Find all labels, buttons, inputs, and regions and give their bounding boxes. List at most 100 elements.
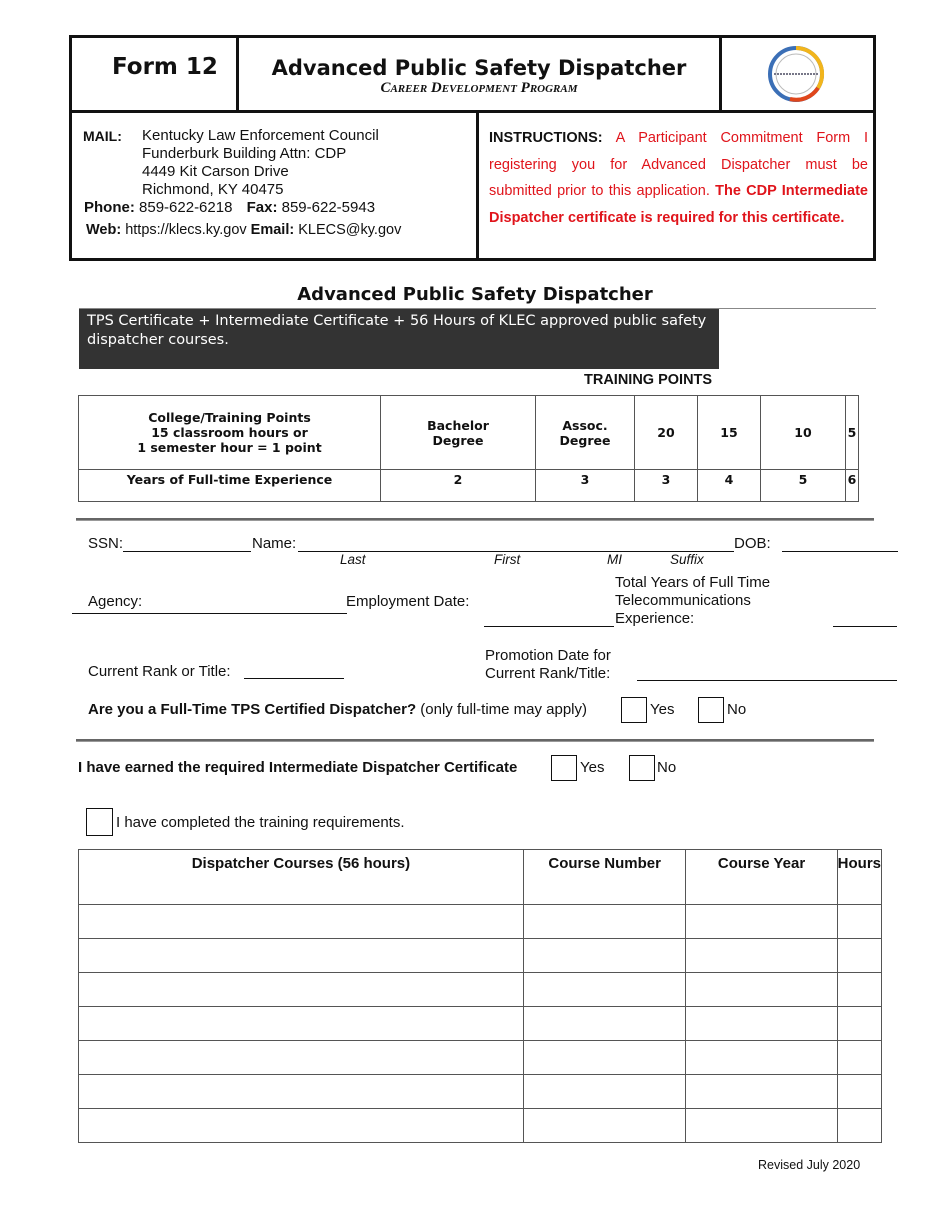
course-year-cell[interactable] (685, 904, 838, 939)
course-name-cell[interactable] (78, 1074, 524, 1109)
row-label-line: College/Training Points (148, 410, 311, 425)
name-part-first: First (494, 552, 521, 567)
fulltime-yes-checkbox[interactable] (621, 697, 647, 723)
label-line: Telecommunications (615, 592, 751, 609)
label-line: Experience: (615, 610, 695, 627)
phone-label: Phone: (84, 199, 135, 216)
hours-cell[interactable] (836, 1074, 883, 1109)
course-number-cell[interactable] (522, 904, 687, 939)
divider (76, 739, 874, 742)
table-cell: 3 (634, 469, 698, 502)
hours-cell[interactable] (836, 972, 883, 1007)
course-year-cell[interactable] (685, 1040, 838, 1075)
phone-number: 859-622-6218 (139, 199, 233, 216)
course-name-cell[interactable] (78, 972, 524, 1007)
table-cell: 6 (845, 469, 859, 502)
course-year-cell[interactable] (685, 1108, 838, 1143)
training-points-table: College/Training Points 15 classroom hou… (78, 395, 859, 502)
email-label: Email: (250, 222, 295, 238)
training-points-label: TRAINING POINTS (584, 372, 713, 388)
course-name-cell[interactable] (78, 1006, 524, 1041)
course-number-cell[interactable] (522, 1040, 687, 1075)
fax-number: 859-622-5943 (281, 199, 376, 216)
instructions: INSTRUCTIONS: A Participant Commitment F… (479, 113, 873, 258)
hours-cell[interactable] (836, 904, 883, 939)
employment-date-label: Employment Date: (346, 593, 470, 610)
table-row: Years of Full-time Experience 2 3 3 4 5 … (78, 469, 859, 502)
agency-field[interactable] (72, 613, 347, 614)
course-row (78, 904, 883, 939)
fax-label: Fax: (246, 199, 278, 216)
web-link[interactable]: https://klecs.ky.gov (125, 222, 246, 238)
yes-label: Yes (580, 759, 605, 776)
course-name-cell[interactable] (78, 938, 524, 973)
fulltime-no-checkbox[interactable] (698, 697, 724, 723)
address-line: Richmond, KY 40475 (142, 181, 284, 198)
current-rank-field[interactable] (244, 678, 344, 679)
courses-table: Dispatcher Courses (56 hours) Course Num… (78, 849, 883, 1143)
contact-block: MAIL: Kentucky Law Enforcement Council F… (72, 113, 479, 258)
address-line: Kentucky Law Enforcement Council (142, 127, 379, 144)
promotion-date-label: Promotion Date for Current Rank/Title: (485, 647, 611, 683)
training-completed-label: I have completed the training requiremen… (116, 814, 405, 831)
row-label: College/Training Points 15 classroom hou… (78, 395, 381, 470)
no-label: No (727, 701, 747, 718)
row-label: Years of Full-time Experience (78, 469, 381, 502)
row-label-line: 1 semester hour = 1 point (137, 440, 322, 455)
name-part-mi: MI (607, 552, 622, 567)
column-header: Dispatcher Courses (56 hours) (78, 849, 524, 905)
name-part-suffix: Suffix (670, 552, 704, 567)
table-cell: Assoc. Degree (535, 395, 635, 470)
question-text: Are you a Full-Time TPS Certified Dispat… (88, 701, 417, 718)
table-cell: 15 (697, 395, 761, 470)
hours-cell[interactable] (836, 1108, 883, 1143)
course-number-cell[interactable] (522, 972, 687, 1007)
course-year-cell[interactable] (685, 972, 838, 1007)
label-line: Total Years of Full Time (615, 574, 771, 591)
ssn-label: SSN: (88, 535, 124, 552)
web-label: Web: (86, 222, 122, 238)
course-year-cell[interactable] (685, 1074, 838, 1109)
table-row: College/Training Points 15 classroom hou… (78, 395, 859, 470)
course-number-cell[interactable] (522, 1074, 687, 1109)
section-title: Advanced Public Safety Dispatcher (297, 284, 653, 305)
training-completed-checkbox[interactable] (86, 808, 113, 836)
table-cell: Bachelor Degree (380, 395, 536, 470)
employment-date-field[interactable] (484, 626, 614, 627)
no-label: No (657, 759, 677, 776)
question-note: (only full-time may apply) (420, 701, 588, 718)
hours-cell[interactable] (836, 1040, 883, 1075)
name-part-last: Last (340, 552, 366, 567)
yes-label: Yes (650, 701, 675, 718)
course-number-cell[interactable] (522, 938, 687, 973)
dob-label: DOB: (734, 535, 771, 552)
form-title: Advanced Public Safety Dispatcher (271, 56, 687, 80)
course-row (78, 1074, 883, 1109)
course-number-cell[interactable] (522, 1006, 687, 1041)
ssn-field[interactable] (123, 551, 251, 552)
mail-label: MAIL: (83, 128, 122, 144)
divider (76, 518, 874, 521)
course-year-cell[interactable] (685, 938, 838, 973)
intermediate-yes-checkbox[interactable] (551, 755, 577, 781)
table-cell: 5 (760, 469, 846, 502)
total-years-field[interactable] (833, 626, 897, 627)
course-year-cell[interactable] (685, 1006, 838, 1041)
form-number: Form 12 (112, 54, 218, 80)
promotion-date-field[interactable] (637, 680, 897, 681)
course-name-cell[interactable] (78, 1040, 524, 1075)
row-label-line: 15 classroom hours or (151, 425, 308, 440)
column-header: Course Year (685, 849, 838, 905)
intermediate-no-checkbox[interactable] (629, 755, 655, 781)
hours-cell[interactable] (836, 1006, 883, 1041)
course-name-cell[interactable] (78, 1108, 524, 1143)
current-rank-label: Current Rank or Title: (88, 663, 231, 680)
email-link[interactable]: KLECS@ky.gov (298, 222, 401, 238)
requirement-banner: TPS Certificate + Intermediate Certifica… (79, 309, 719, 369)
course-row (78, 1040, 883, 1075)
course-name-cell[interactable] (78, 904, 524, 939)
hours-cell[interactable] (836, 938, 883, 973)
dob-field[interactable] (782, 551, 898, 552)
cdp-seal-logo-icon (768, 45, 825, 102)
course-number-cell[interactable] (522, 1108, 687, 1143)
